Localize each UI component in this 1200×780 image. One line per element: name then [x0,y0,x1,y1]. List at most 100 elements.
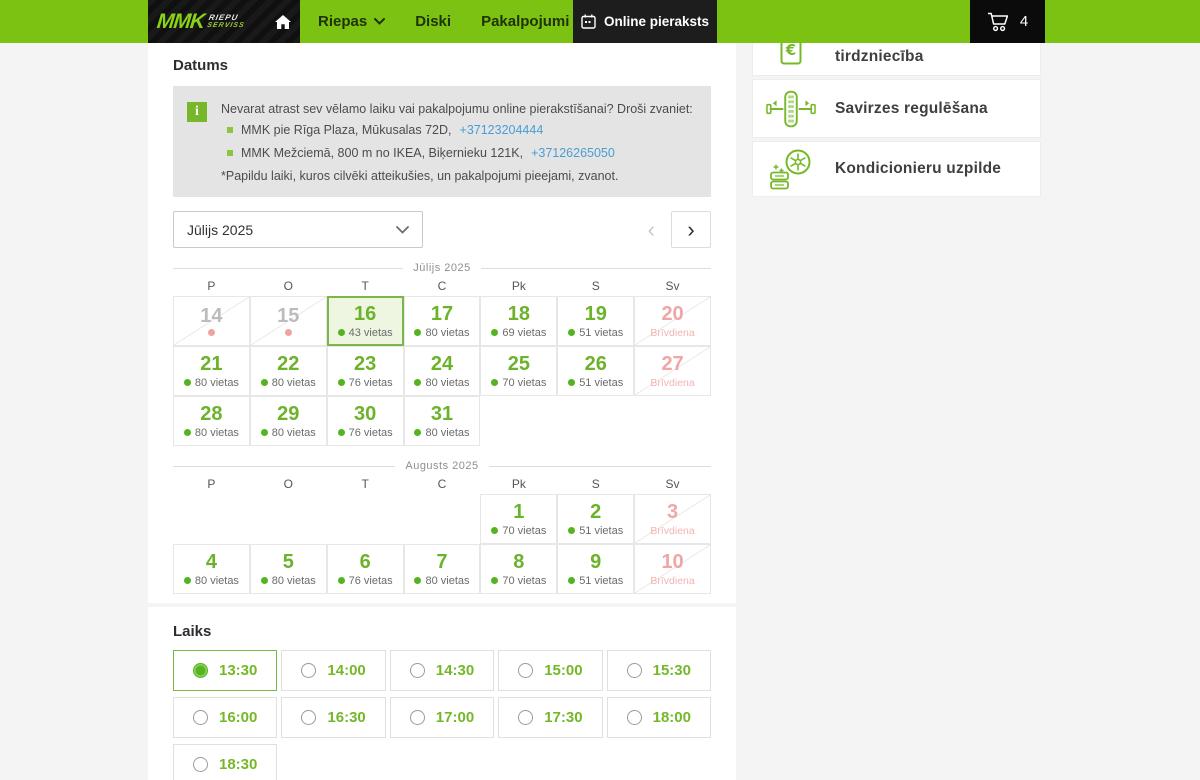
sidebar-item-savirzes-regulesana[interactable]: Savirzes regulēšana [752,79,1041,138]
month-dropdown[interactable]: Jūlijs 2025 [173,211,423,248]
slots-text: 80 vietas [272,427,316,439]
slots-count: 70 vietas [491,377,546,389]
calendar-cell-empty [173,494,250,544]
radio-icon [627,710,642,725]
calendar-cell-empty [557,396,634,446]
day-header: Pk [480,474,557,494]
calendar-day-2[interactable]: 251 vietas [557,494,634,544]
calendar-day-16[interactable]: 1643 vietas [327,296,404,346]
calendar-month-title: Augusts 2025 [405,460,478,472]
time-slot-16-00[interactable]: 16:00 [173,697,277,738]
sidebar-item-kondicionieru-uzpilde[interactable]: Kondicionieru uzpilde [752,141,1041,197]
time-slot-18-00[interactable]: 18:00 [607,697,711,738]
day-number: 24 [431,354,453,374]
time-slot-15-30[interactable]: 15:30 [607,650,711,691]
next-month-button[interactable]: › [671,211,711,248]
time-slots: 13:3014:0014:3015:0015:30 16:0016:3017:00… [173,650,711,780]
availability-dot-icon [338,379,345,386]
time-slot-17-00[interactable]: 17:00 [390,697,494,738]
calendar-month: Jūlijs 2025POTCPkSSv14151643 vietas1780 … [173,262,711,446]
slots-count: 80 vietas [261,377,316,389]
calendar-day-25[interactable]: 2570 vietas [480,346,557,396]
calendar-day-28[interactable]: 28 80 vietas [173,396,250,446]
divider-line [489,466,711,467]
time-slot-14-30[interactable]: 14:30 [390,650,494,691]
calendar-day-19[interactable]: 1951 vietas [557,296,634,346]
day-number: 7 [436,552,447,572]
availability-dot-icon [261,379,268,386]
laiks-heading: Laiks [173,623,711,640]
home-button[interactable] [275,15,291,29]
availability-dot-icon [491,577,498,584]
day-header: Pk [480,276,557,296]
time-slot-13-30[interactable]: 13:30 [173,650,277,691]
slots-text: 80 vietas [195,575,239,587]
radio-icon [410,710,425,725]
chevron-down-icon [396,226,409,234]
calendar-day-23[interactable]: 2376 vietas [327,346,404,396]
calendar-day-24[interactable]: 2480 vietas [404,346,481,396]
calendar-day-8[interactable]: 870 vietas [480,544,557,594]
phone-link[interactable]: +37126265050 [531,146,615,160]
calendar-month-title: Jūlijs 2025 [413,262,470,274]
slots-count: 51 vietas [568,327,623,339]
time-slot-16-30[interactable]: 16:30 [281,697,385,738]
availability-dot-icon [338,329,345,336]
calendar-day-22[interactable]: 2280 vietas [250,346,327,396]
day-header: S [557,474,634,494]
menu-item-riepas[interactable]: Riepas [318,13,385,30]
time-label: 17:30 [544,709,582,726]
calendar-day-5[interactable]: 580 vietas [250,544,327,594]
day-number: 8 [513,552,524,572]
online-pieraksts-button[interactable]: Online pieraksts [573,0,717,43]
day-number: 27 [661,354,683,374]
day-header: O [250,474,327,494]
slots-count: 69 vietas [491,327,546,339]
availability-dot-icon [261,577,268,584]
menu-item-diski[interactable]: Diski [415,13,451,30]
slots-text: 69 vietas [502,327,546,339]
time-slot-15-00[interactable]: 15:00 [498,650,602,691]
location-line: MMK Mežciemā, 800 m no IKEA, Biķernieku … [227,146,693,160]
day-number: 30 [354,404,376,424]
radio-icon [518,710,533,725]
calendar-day-7[interactable]: 780 vietas [404,544,481,594]
divider-line [481,268,711,269]
phone-link[interactable]: +37123204444 [460,123,544,137]
availability-dot-icon [491,379,498,386]
calendar-day-17[interactable]: 1780 vietas [404,296,481,346]
calendar-day-9[interactable]: 951 vietas [557,544,634,594]
day-header: C [404,474,481,494]
calendar-day-30[interactable]: 3076 vietas [327,396,404,446]
logo[interactable]: MMK RIEPU SERVISS [148,0,300,43]
day-number: 28 [200,404,222,424]
radio-icon [193,757,208,772]
calendar-day-31[interactable]: 3180 vietas [404,396,481,446]
time-slot-18-30[interactable]: 18:30 [173,744,277,780]
calendar-day-1[interactable]: 170 vietas [480,494,557,544]
time-slot-14-00[interactable]: 14:00 [281,650,385,691]
menu-item-pakalpojumi[interactable]: Pakalpojumi [481,13,587,30]
calendar-day-6[interactable]: 676 vietas [327,544,404,594]
time-slot-17-30[interactable]: 17:30 [498,697,602,738]
day-header: C [404,276,481,296]
availability-dot-icon [414,429,421,436]
calendar-day-4[interactable]: 480 vietas [173,544,250,594]
slots-count: 76 vietas [338,377,393,389]
info-box: i Nevarat atrast sev vēlamo laiku vai pa… [173,86,711,197]
slots-text: 80 vietas [195,427,239,439]
unavailable-dot-icon [208,329,215,336]
availability-dot-icon [491,527,498,534]
calendar-day-26[interactable]: 2651 vietas [557,346,634,396]
logo-subtext: RIEPU SERVISS [207,14,248,29]
menu-item-label: Riepas [318,13,367,30]
calendar-day-29[interactable]: 2980 vietas [250,396,327,446]
top-navbar: Riepas Diski Pakalpojumi MMK RIEPU SERVI… [0,0,1200,43]
cart-button[interactable]: 4 [970,0,1045,43]
radio-icon [518,663,533,678]
calendar-day-21[interactable]: 2180 vietas [173,346,250,396]
availability-dot-icon [491,329,498,336]
calendar-day-18[interactable]: 1869 vietas [480,296,557,346]
logo-mmk-text: MMK [156,10,206,34]
day-number: 15 [277,306,299,326]
